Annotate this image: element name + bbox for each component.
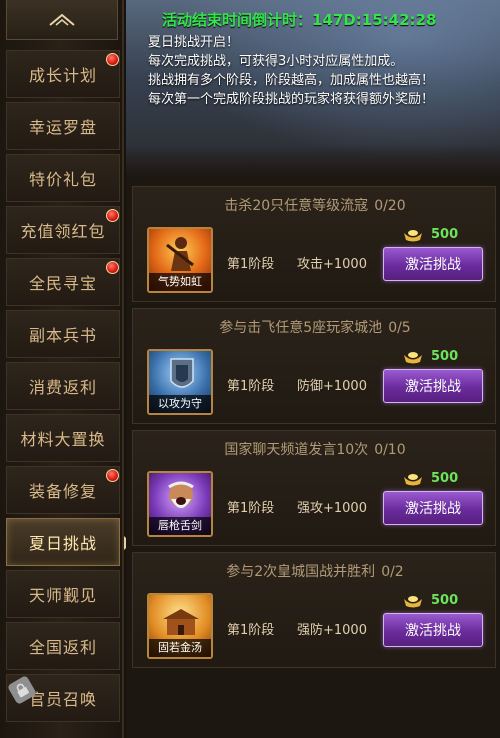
- sidebar-item-label: 全国返利: [28, 638, 97, 657]
- activate-challenge-button[interactable]: 激活挑战: [383, 247, 483, 281]
- sidebar-item-label: 消费返利: [28, 378, 97, 397]
- challenge-title-row: 参与2次皇城国战并胜利 0/2: [133, 561, 497, 581]
- attribute-bonus: 攻击+1000: [297, 257, 367, 272]
- buff-caption: 固若金汤: [149, 639, 211, 657]
- stage-label: 第1阶段: [227, 501, 275, 516]
- shouting-general-icon: [168, 481, 194, 508]
- sidebar-item-equipment-repair[interactable]: 装备修复: [6, 466, 120, 514]
- sidebar-item-official-summon[interactable]: 官员召唤: [6, 674, 120, 722]
- challenge-title: 参与2次皇城国战并胜利: [226, 564, 376, 580]
- challenge-title-row: 击杀20只任意等级流寇 0/20: [133, 195, 497, 215]
- chevron-up-icon: [49, 13, 75, 26]
- description-line: 每次完成挑战，可获得3小时对应属性加成。: [148, 54, 404, 69]
- sidebar-item-summer-challenge[interactable]: 夏日挑战: [6, 518, 131, 566]
- sidebar-item-recharge-red-packet[interactable]: 充值领红包: [6, 206, 120, 254]
- stage-label: 第1阶段: [227, 623, 275, 638]
- sidebar-item-special-pack[interactable]: 特价礼包: [6, 154, 120, 202]
- buff-caption: 以攻为守: [149, 395, 211, 413]
- sidebar-item-label: 天师觐见: [28, 586, 97, 605]
- notification-dot-icon: [106, 209, 119, 222]
- gold-ingot-icon: [404, 351, 422, 363]
- main-panel: 活动结束时间倒计时：147D:15:42:28 夏日挑战开启！ 每次完成挑战，可…: [126, 0, 500, 738]
- attribute-bonus: 强攻+1000: [297, 501, 367, 516]
- warrior-icon: [166, 237, 194, 271]
- activate-challenge-button[interactable]: 激活挑战: [383, 613, 483, 647]
- challenge-card: 参与2次皇城国战并胜利 0/2 固若金汤 第1阶段 强防+1000 500 激活挑…: [132, 552, 496, 668]
- notification-dot-icon: [106, 261, 119, 274]
- buff-icon-yi-gong-wei-shou[interactable]: 以攻为守: [147, 349, 213, 415]
- sidebar-item-spend-rebate[interactable]: 消费返利: [6, 362, 120, 410]
- challenge-title: 国家聊天频道发言10次: [224, 442, 369, 458]
- buff-caption: 唇枪舌剑: [149, 517, 211, 535]
- sidebar-item-label: 全民寻宝: [28, 274, 97, 293]
- sidebar-item-national-rebate[interactable]: 全国返利: [6, 622, 120, 670]
- challenge-card: 击杀20只任意等级流寇 0/20 气势如虹 第1阶段 攻击+1000 500 激活…: [132, 186, 496, 302]
- stage-label: 第1阶段: [227, 257, 275, 272]
- sidebar-item-label: 装备修复: [28, 482, 97, 501]
- challenge-title: 击杀20只任意等级流寇: [224, 198, 369, 214]
- cost-display: 500: [403, 471, 458, 486]
- buff-icon-qi-shi-ru-hong[interactable]: 气势如虹: [147, 227, 213, 293]
- gold-ingot-icon: [404, 595, 422, 607]
- attribute-bonus: 防御+1000: [297, 379, 367, 394]
- challenge-progress: 0/10: [374, 442, 406, 458]
- sidebar-item-growth-plan[interactable]: 成长计划: [6, 50, 120, 98]
- cost-display: 500: [403, 349, 458, 364]
- challenge-title: 参与击飞任意5座玩家城池: [219, 320, 383, 336]
- fortress-icon: [163, 609, 199, 635]
- sidebar-item-label: 官员召唤: [28, 690, 97, 709]
- notification-dot-icon: [106, 469, 119, 482]
- attribute-bonus: 强防+1000: [297, 623, 367, 638]
- cost-display: 500: [403, 227, 458, 242]
- sidebar: 成长计划 幸运罗盘 特价礼包 充值领红包 全民寻宝 副本兵书 消费返利 材料大置…: [0, 0, 131, 738]
- buff-caption: 气势如虹: [149, 273, 211, 291]
- sidebar-item-lucky-compass[interactable]: 幸运罗盘: [6, 102, 120, 150]
- sidebar-item-label: 特价礼包: [28, 170, 97, 189]
- buff-icon-chun-qiang-she-jian[interactable]: 唇枪舌剑: [147, 471, 213, 537]
- gold-ingot-icon: [404, 473, 422, 485]
- challenge-title-row: 参与击飞任意5座玩家城池 0/5: [133, 317, 497, 337]
- activate-challenge-button[interactable]: 激活挑战: [383, 369, 483, 403]
- cost-value: 500: [431, 593, 459, 608]
- description-line: 挑战拥有多个阶段，阶段越高，加成属性也越高！: [148, 73, 435, 88]
- gold-ingot-icon: [404, 229, 422, 241]
- stage-label: 第1阶段: [227, 379, 275, 394]
- challenge-card: 国家聊天频道发言10次 0/10 唇枪舌剑 第1阶段 强攻+1000 500 激活…: [132, 430, 496, 546]
- sidebar-item-material-exchange[interactable]: 材料大置换: [6, 414, 120, 462]
- shield-icon: [170, 358, 194, 388]
- sidebar-item-label: 充值领红包: [20, 222, 106, 241]
- countdown-timer: 活动结束时间倒计时：147D:15:42:28: [162, 11, 437, 29]
- cost-value: 500: [431, 227, 459, 242]
- challenge-progress: 0/5: [388, 320, 411, 336]
- sidebar-item-treasure-hunt[interactable]: 全民寻宝: [6, 258, 120, 306]
- description-line: 夏日挑战开启！: [148, 35, 240, 50]
- sidebar-item-label: 幸运罗盘: [28, 118, 97, 137]
- description-line: 每次第一个完成阶段挑战的玩家将获得额外奖励！: [148, 92, 435, 107]
- activate-challenge-button[interactable]: 激活挑战: [383, 491, 483, 525]
- event-description: 夏日挑战开启！ 每次完成挑战，可获得3小时对应属性加成。 挑战拥有多个阶段，阶段…: [148, 33, 492, 109]
- sidebar-item-label: 成长计划: [28, 66, 97, 85]
- challenge-card: 参与击飞任意5座玩家城池 0/5 以攻为守 第1阶段 防御+1000 500 激活…: [132, 308, 496, 424]
- challenge-progress: 0/2: [381, 564, 404, 580]
- buff-icon-gu-ruo-jin-tang[interactable]: 固若金汤: [147, 593, 213, 659]
- sidebar-item-label: 副本兵书: [28, 326, 97, 345]
- cost-value: 500: [431, 349, 459, 364]
- event-banner: 活动结束时间倒计时：147D:15:42:28 夏日挑战开启！ 每次完成挑战，可…: [126, 0, 500, 178]
- notification-dot-icon: [106, 53, 119, 66]
- sidebar-item-dungeon-book[interactable]: 副本兵书: [6, 310, 120, 358]
- challenge-progress: 0/20: [374, 198, 406, 214]
- cost-display: 500: [403, 593, 458, 608]
- sidebar-item-label: 材料大置换: [20, 430, 106, 449]
- scroll-up-button[interactable]: [6, 0, 118, 40]
- cost-value: 500: [431, 471, 459, 486]
- challenge-title-row: 国家聊天频道发言10次 0/10: [133, 439, 497, 459]
- sidebar-item-label: 夏日挑战: [28, 534, 97, 553]
- sidebar-item-master-audience[interactable]: 天师觐见: [6, 570, 120, 618]
